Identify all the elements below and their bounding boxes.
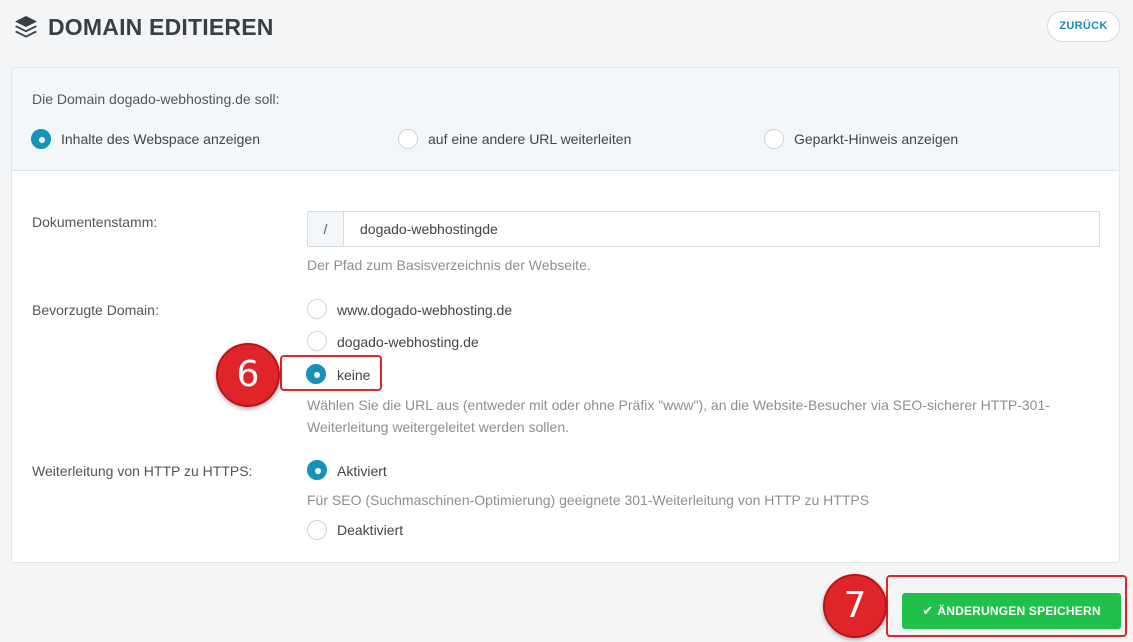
mode-label-redirect: auf eine andere URL weiterleiten [428,131,632,147]
preferred-radio-none[interactable] [306,364,326,384]
https-redirect-label: Weiterleitung von HTTP zu HTTPS: [32,463,253,479]
preferred-domain-label: Bevorzugte Domain: [32,302,159,318]
mode-radio-redirect[interactable] [398,129,418,149]
document-root-label: Dokumentenstamm: [32,214,158,230]
https-label-disabled: Deaktiviert [337,522,404,538]
document-root-input-group: / [307,211,1100,247]
mode-radio-webspace[interactable] [31,129,51,149]
save-changes-button[interactable]: ✔ ÄNDERUNGEN SPEICHERN [902,593,1121,629]
https-radio-enabled[interactable] [307,460,327,480]
mode-intro: Die Domain dogado-webhosting.de soll: [32,91,280,107]
page-title: DOMAIN EDITIEREN [48,14,274,40]
mode-radio-parked[interactable] [764,129,784,149]
save-changes-label: ÄNDERUNGEN SPEICHERN [937,604,1101,618]
mode-label-webspace: Inhalte des Webspace anzeigen [61,131,260,147]
preferred-label-www: www.dogado-webhosting.de [337,302,513,318]
layers-icon [15,16,37,38]
document-root-help: Der Pfad zum Basisverzeichnis der Websei… [307,257,591,273]
https-label-enabled: Aktiviert [337,463,387,479]
mode-label-parked: Geparkt-Hinweis anzeigen [794,131,959,147]
document-root-prefix: / [308,212,344,246]
preferred-label-none: keine [337,367,371,383]
step6-badge: 6 [216,343,280,407]
preferred-radio-bare[interactable] [307,331,327,351]
preferred-domain-help-line2: Weiterleitung weitergeleitet werden soll… [307,419,569,435]
preferred-domain-help-line1: Wählen Sie die URL aus (entweder mit ode… [307,397,1050,413]
mode-section: Die Domain dogado-webhosting.de soll: In… [12,68,1119,171]
preferred-radio-www[interactable] [307,299,327,319]
https-radio-disabled[interactable] [307,520,327,540]
document-root-input[interactable] [344,212,1099,246]
step7-badge: 7 [823,574,887,638]
check-icon: ✔ [922,603,934,618]
preferred-label-bare: dogado-webhosting.de [337,334,479,350]
back-button[interactable]: ZURÜCK [1047,11,1120,42]
page-header: DOMAIN EDITIEREN ZURÜCK [0,0,1133,56]
https-redirect-help: Für SEO (Suchmaschinen-Optimierung) geei… [307,492,870,508]
